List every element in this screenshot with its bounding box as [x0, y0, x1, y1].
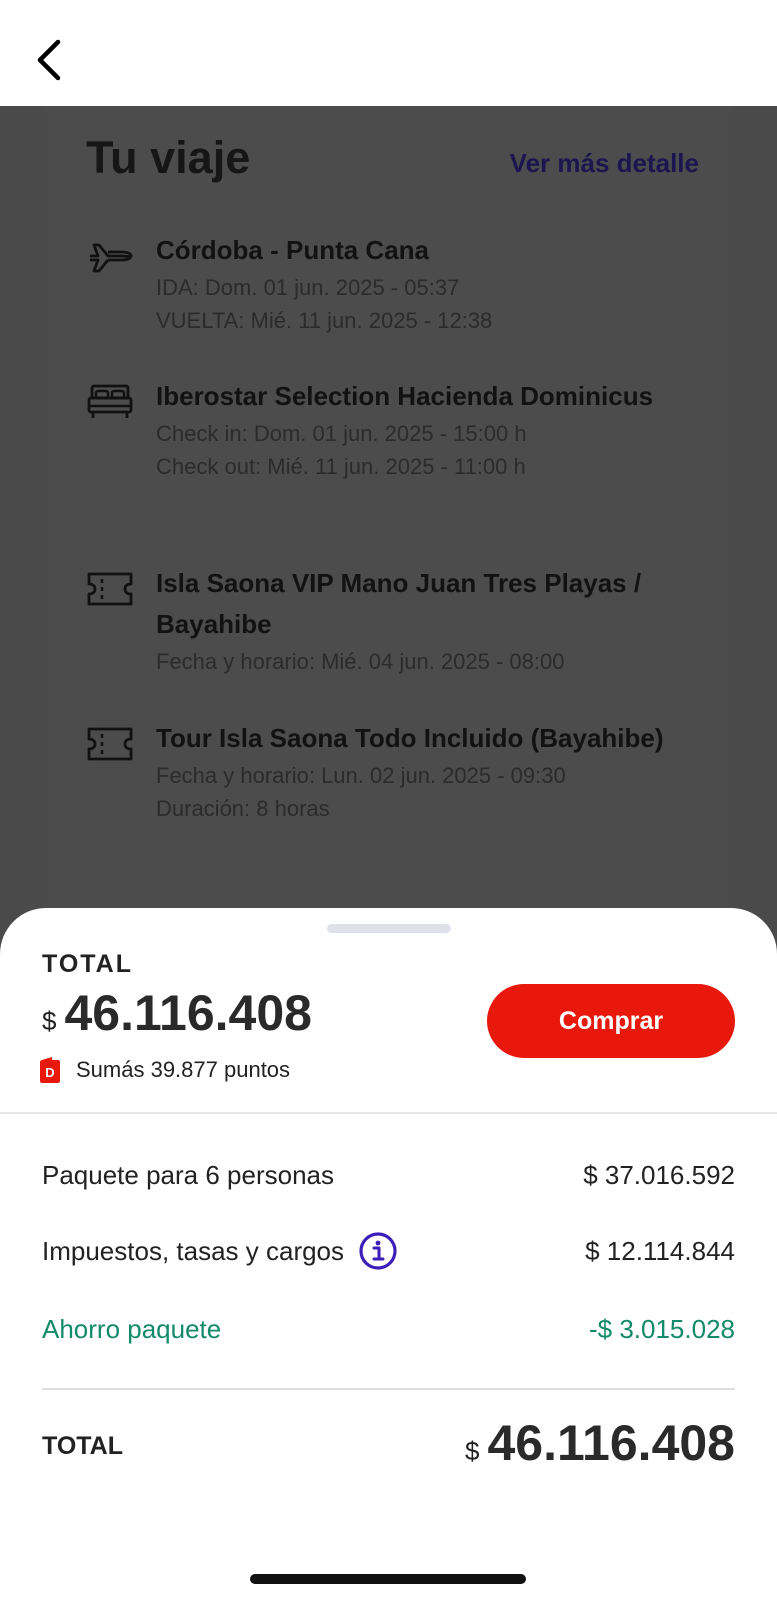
divider	[0, 1112, 777, 1114]
item-name: Tour Isla Saona Todo Incluido (Bayahibe)	[156, 723, 664, 753]
row-label-group: Impuestos, tasas y cargos	[42, 1231, 398, 1271]
bed-icon	[87, 384, 133, 418]
trip-title: Tu viaje	[86, 132, 251, 183]
final-total-price: $ 46.116.408	[465, 1414, 735, 1472]
back-button[interactable]	[26, 34, 72, 86]
total-value: 46.116.408	[64, 985, 312, 1041]
price-row-taxes: Impuestos, tasas y cargos $ 12.114.844	[42, 1230, 735, 1272]
home-indicator[interactable]	[250, 1574, 526, 1584]
item-detail: Fecha y horario: Lun. 02 jun. 2025 - 09:…	[156, 763, 566, 788]
currency-symbol: $	[42, 1006, 57, 1036]
svg-text:D: D	[45, 1065, 54, 1080]
sheet-drag-handle[interactable]	[327, 924, 451, 933]
item-detail: VUELTA: Mié. 11 jun. 2025 - 12:38	[156, 308, 493, 333]
divider	[42, 1388, 735, 1390]
ticket-icon	[87, 572, 133, 606]
currency-symbol: $	[465, 1436, 480, 1466]
info-icon[interactable]	[358, 1231, 398, 1271]
ticket-icon	[87, 727, 133, 761]
item-detail: Fecha y horario: Mié. 04 jun. 2025 - 08:…	[156, 649, 565, 674]
row-value: $ 37.016.592	[583, 1159, 735, 1190]
item-name: Isla Saona VIP Mano Juan Tres Playas / B…	[156, 568, 642, 639]
trip-item-tour: Tour Isla Saona Todo Incluido (Bayahibe)…	[86, 718, 706, 878]
row-label: Impuestos, tasas y cargos	[42, 1235, 345, 1266]
chevron-left-icon	[37, 39, 61, 81]
trip-item-excursion: Isla Saona VIP Mano Juan Tres Playas / B…	[86, 563, 706, 683]
final-total-value: 46.116.408	[487, 1415, 736, 1471]
top-bar	[0, 0, 777, 106]
total-label: TOTAL	[42, 950, 134, 978]
price-row-package: Paquete para 6 personas $ 37.016.592	[42, 1154, 735, 1196]
trip-item-flight: Córdoba - Punta Cana IDA: Dom. 01 jun. 2…	[86, 230, 706, 340]
points-info: D Sumás 39.877 puntos	[38, 1056, 290, 1084]
item-detail: IDA: Dom. 01 jun. 2025 - 05:37	[156, 275, 460, 300]
row-value: $ 12.114.844	[585, 1235, 735, 1266]
points-text: Sumás 39.877 puntos	[76, 1057, 291, 1082]
total-price: $ 46.116.408	[42, 984, 312, 1042]
price-row-savings: Ahorro paquete -$ 3.015.028	[42, 1308, 735, 1350]
row-value: -$ 3.015.028	[588, 1313, 735, 1344]
row-label: Ahorro paquete	[42, 1313, 222, 1344]
buy-button[interactable]: Comprar	[487, 984, 735, 1058]
item-name: Córdoba - Punta Cana	[156, 235, 430, 265]
points-badge-icon: D	[40, 1057, 60, 1083]
item-name: Iberostar Selection Hacienda Dominicus	[156, 381, 654, 411]
final-total-label: TOTAL	[42, 1432, 124, 1460]
item-detail: Check in: Dom. 01 jun. 2025 - 15:00 h	[156, 421, 527, 446]
plane-icon	[90, 243, 133, 273]
trip-item-hotel: Iberostar Selection Hacienda Dominicus C…	[86, 376, 706, 526]
item-detail: Duración: 8 horas	[156, 796, 330, 821]
row-label: Paquete para 6 personas	[42, 1159, 334, 1190]
see-more-details-link[interactable]: Ver más detalle	[510, 148, 699, 179]
item-detail: Check out: Mié. 11 jun. 2025 - 11:00 h	[156, 454, 526, 479]
